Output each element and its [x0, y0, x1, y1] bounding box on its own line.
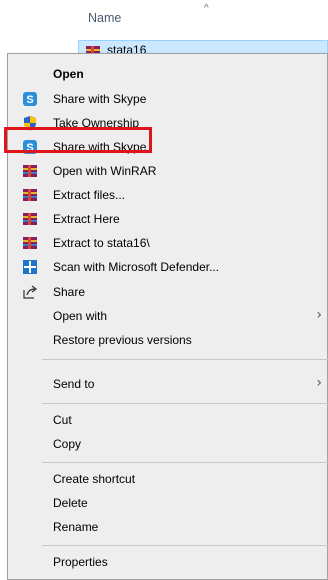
menu-item-label: Open with WinRAR — [53, 164, 157, 178]
menu-item-restore-previous-versions[interactable]: Restore previous versions — [8, 328, 328, 352]
menu-separator — [42, 545, 328, 546]
share-icon — [23, 285, 37, 299]
menu-item-share-with-skype[interactable]: S Share with Skype — [8, 87, 328, 111]
menu-item-label: Scan with Microsoft Defender... — [53, 260, 220, 274]
menu-item-properties[interactable]: Properties — [8, 550, 328, 574]
chevron-right-icon: › — [316, 307, 322, 323]
menu-item-delete[interactable]: Delete — [8, 491, 328, 515]
sort-ascending-icon: ^ — [204, 3, 209, 14]
menu-item-copy[interactable]: Copy — [8, 432, 328, 456]
highlight-box — [4, 127, 152, 153]
menu-item-open[interactable]: Open — [8, 62, 328, 86]
menu-item-label: Rename — [53, 520, 99, 534]
winrar-icon — [23, 237, 37, 249]
menu-item-label: Copy — [53, 437, 82, 451]
menu-item-label: Create shortcut — [53, 472, 136, 486]
column-header-name: Name — [88, 11, 122, 25]
menu-item-label: Share with Skype — [53, 92, 147, 106]
svg-text:S: S — [26, 94, 33, 106]
menu-item-extract-to-folder[interactable]: Extract to stata16\ — [8, 231, 328, 255]
menu-item-label: Delete — [53, 496, 88, 510]
menu-separator — [42, 462, 328, 463]
menu-item-label: Open with — [53, 309, 108, 323]
menu-item-label: Cut — [53, 413, 72, 427]
menu-item-extract-here[interactable]: Extract Here — [8, 207, 328, 231]
menu-item-open-with[interactable]: Open with › — [8, 304, 328, 328]
column-header[interactable]: ^ Name — [78, 0, 328, 40]
winrar-icon — [23, 189, 37, 201]
winrar-icon — [23, 165, 37, 177]
menu-item-label: Extract files... — [53, 188, 126, 202]
skype-icon: S — [23, 92, 37, 106]
menu-item-label: Open — [53, 67, 84, 81]
menu-separator — [42, 359, 328, 360]
chevron-right-icon: › — [316, 375, 322, 391]
menu-item-extract-files[interactable]: Extract files... — [8, 183, 328, 207]
menu-item-label: Properties — [53, 555, 108, 569]
menu-item-label: Share — [53, 285, 86, 299]
menu-item-scan-with-defender[interactable]: Scan with Microsoft Defender... — [8, 255, 328, 279]
menu-item-send-to[interactable]: Send to › — [8, 372, 328, 396]
menu-item-label: Send to — [53, 377, 95, 391]
menu-item-label: Restore previous versions — [53, 333, 192, 347]
menu-item-open-with-winrar[interactable]: Open with WinRAR — [8, 159, 328, 183]
menu-item-rename[interactable]: Rename — [8, 515, 328, 539]
menu-item-share[interactable]: Share — [8, 280, 328, 304]
menu-item-label: Extract Here — [53, 212, 120, 226]
desktop-stage: ^ Name stata16 Open S Share with Skype T… — [0, 0, 328, 580]
menu-item-label: Extract to stata16\ — [53, 236, 150, 250]
menu-separator — [42, 403, 328, 404]
menu-item-create-shortcut[interactable]: Create shortcut — [8, 467, 328, 491]
winrar-icon — [23, 213, 37, 225]
defender-icon — [23, 260, 37, 274]
menu-item-cut[interactable]: Cut — [8, 408, 328, 432]
